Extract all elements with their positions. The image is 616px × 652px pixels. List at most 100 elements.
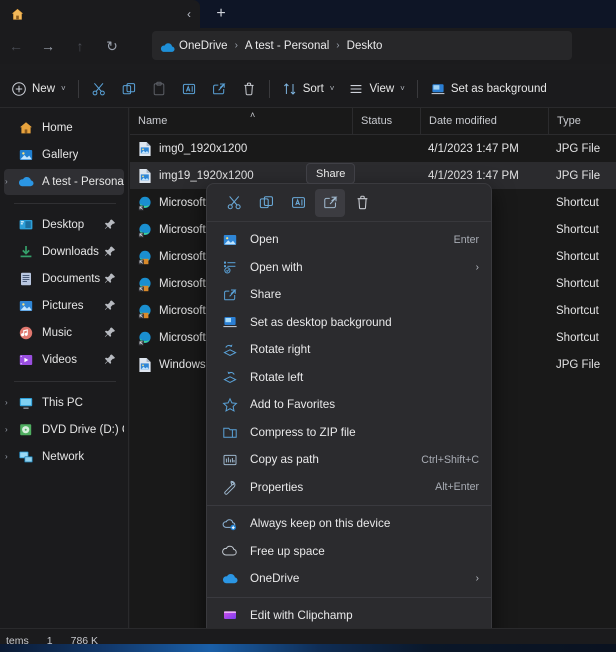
desktop-bg-icon xyxy=(430,81,446,97)
sidebar-item-a-test-personal[interactable]: › A test - Personal xyxy=(4,169,124,195)
back-button[interactable]: ← xyxy=(0,32,32,60)
context-item-label: Edit with Clipchamp xyxy=(250,609,479,622)
file-type: Shortcut xyxy=(556,251,599,263)
sidebar-item-label: Pictures xyxy=(42,300,84,312)
delete-button[interactable] xyxy=(234,74,264,104)
file-name: img0_1920x1200 xyxy=(159,143,247,155)
edge-shortcut-icon xyxy=(138,195,152,211)
home-icon xyxy=(10,7,25,22)
context-item-label: Free up space xyxy=(250,545,479,558)
context-item-label: Properties xyxy=(250,481,423,494)
pin-icon[interactable] xyxy=(104,353,116,366)
sidebar-item-dvd-drive[interactable]: › DVD Drive (D:) CCC xyxy=(4,417,124,443)
paste-button[interactable] xyxy=(144,74,174,104)
set-as-background-button[interactable]: Set as background xyxy=(423,74,554,104)
desktop-icon xyxy=(18,217,34,233)
context-menu-items: Open Enter Open with › xyxy=(207,222,491,652)
context-item-label: Rotate right xyxy=(250,343,479,356)
cut-button[interactable] xyxy=(84,74,114,104)
context-item-properties[interactable]: Properties Alt+Enter xyxy=(207,474,491,502)
context-item-onedrive[interactable]: OneDrive › xyxy=(207,565,491,593)
context-item-accel: Alt+Enter xyxy=(435,481,479,493)
context-rename-button[interactable] xyxy=(283,189,313,217)
sidebar-item-desktop[interactable]: Desktop xyxy=(4,212,124,238)
pin-icon[interactable] xyxy=(104,245,116,258)
music-icon xyxy=(18,325,34,341)
context-item-open[interactable]: Open Enter xyxy=(207,226,491,254)
share-icon xyxy=(222,287,238,303)
sidebar-item-label: Gallery xyxy=(42,149,78,161)
pin-icon[interactable] xyxy=(104,272,116,285)
new-tab-button[interactable]: + xyxy=(203,0,239,28)
toolbar-divider xyxy=(269,80,270,98)
sidebar-item-this-pc[interactable]: › This PC xyxy=(4,390,124,416)
column-header-name[interactable]: Name xyxy=(130,108,352,135)
sort-button-label: Sort xyxy=(303,83,324,95)
context-item-compress-to-zip[interactable]: Compress to ZIP file xyxy=(207,419,491,447)
tab-active[interactable] xyxy=(0,0,200,28)
onedrive-icon xyxy=(222,571,238,587)
column-header-date-modified[interactable]: Date modified xyxy=(420,108,548,135)
view-button[interactable]: View ˅ xyxy=(341,74,411,104)
context-item-rotate-left[interactable]: Rotate left xyxy=(207,364,491,392)
forward-button[interactable]: → xyxy=(32,32,64,60)
file-explorer-window: ‹ + ← → ↑ ↻ OneDrive › A test - Personal… xyxy=(0,0,616,652)
sidebar-item-label: DVD Drive (D:) CCC xyxy=(42,424,124,436)
context-cut-button[interactable] xyxy=(219,189,249,217)
context-item-open-with[interactable]: Open with › xyxy=(207,254,491,282)
home-icon xyxy=(18,120,34,136)
sidebar-item-network[interactable]: › Network xyxy=(4,444,124,470)
address-bar[interactable]: OneDrive › A test - Personal › Deskto xyxy=(152,31,572,60)
sidebar-item-home[interactable]: Home xyxy=(4,115,124,141)
sidebar-item-label: Documents xyxy=(42,273,100,285)
sort-button[interactable]: Sort ˅ xyxy=(275,74,342,104)
sidebar-item-music[interactable]: Music xyxy=(4,320,124,346)
breadcrumb-item-a-test-personal[interactable]: A test - Personal xyxy=(245,40,329,52)
share-button[interactable] xyxy=(204,74,234,104)
context-delete-button[interactable] xyxy=(347,189,377,217)
context-share-button[interactable] xyxy=(315,189,345,217)
tab-scroll-left-icon[interactable]: ‹ xyxy=(178,4,200,24)
up-button[interactable]: ↑ xyxy=(64,32,96,60)
sidebar-item-videos[interactable]: Videos xyxy=(4,347,124,373)
breadcrumb-item-onedrive[interactable]: OneDrive xyxy=(179,40,228,52)
rename-button[interactable] xyxy=(174,74,204,104)
pin-icon[interactable] xyxy=(104,218,116,231)
chevron-right-icon[interactable]: › xyxy=(5,398,15,408)
copy-button[interactable] xyxy=(114,74,144,104)
context-item-share[interactable]: Share xyxy=(207,281,491,309)
sidebar-item-pictures[interactable]: Pictures xyxy=(4,293,124,319)
context-item-label: Add to Favorites xyxy=(250,398,479,411)
new-button[interactable]: New ˅ xyxy=(4,74,73,104)
edge-shortcut-icon xyxy=(138,303,152,319)
context-item-always-keep-on-this-device[interactable]: Always keep on this device xyxy=(207,510,491,538)
breadcrumb-item-desktop[interactable]: Deskto xyxy=(347,40,383,52)
context-copy-button[interactable] xyxy=(251,189,281,217)
copy-path-icon xyxy=(222,452,238,468)
chevron-right-icon[interactable]: › xyxy=(5,425,15,435)
context-item-set-as-desktop-background[interactable]: Set as desktop background xyxy=(207,309,491,337)
refresh-button[interactable]: ↻ xyxy=(96,32,128,60)
context-item-label: Share xyxy=(250,288,479,301)
chevron-down-icon: ˅ xyxy=(330,84,335,93)
context-item-edit-with-clipchamp[interactable]: Edit with Clipchamp xyxy=(207,602,491,630)
command-bar: New ˅ xyxy=(0,70,616,108)
context-item-label: Open xyxy=(250,233,442,246)
chevron-right-icon[interactable]: › xyxy=(5,177,15,187)
pin-icon[interactable] xyxy=(104,326,116,339)
column-header-type[interactable]: Type xyxy=(548,108,616,135)
pin-icon[interactable] xyxy=(104,299,116,312)
sidebar-item-downloads[interactable]: Downloads xyxy=(4,239,124,265)
table-row[interactable]: img0_1920x1200 4/1/2023 1:47 PM JPG File xyxy=(130,135,616,162)
context-item-free-up-space[interactable]: Free up space xyxy=(207,538,491,566)
column-header-status[interactable]: Status xyxy=(352,108,420,135)
onedrive-cloud-icon xyxy=(160,40,175,51)
navigation-pane: Home Gallery › A test - Personal xyxy=(0,108,129,628)
breadcrumb-separator: › xyxy=(232,40,241,51)
context-item-add-to-favorites[interactable]: Add to Favorites xyxy=(207,391,491,419)
chevron-right-icon[interactable]: › xyxy=(5,452,15,462)
sidebar-item-documents[interactable]: Documents xyxy=(4,266,124,292)
sidebar-item-gallery[interactable]: Gallery xyxy=(4,142,124,168)
context-item-rotate-right[interactable]: Rotate right xyxy=(207,336,491,364)
context-item-copy-as-path[interactable]: Copy as path Ctrl+Shift+C xyxy=(207,446,491,474)
